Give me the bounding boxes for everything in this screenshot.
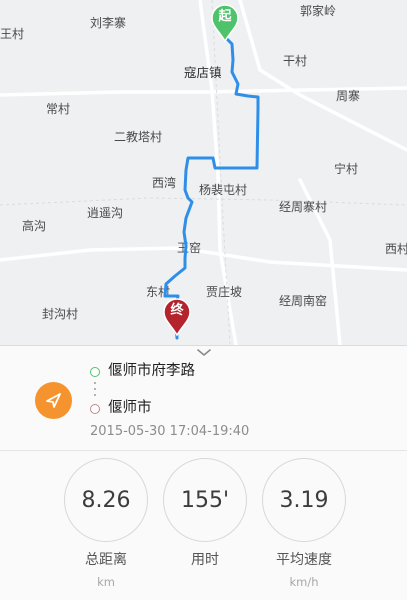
chevron-down-icon[interactable] xyxy=(196,348,212,358)
navigate-button[interactable] xyxy=(35,382,72,419)
end-address: 偃师市 xyxy=(108,400,152,416)
route-connector-dot xyxy=(94,388,96,390)
route-connector-dot xyxy=(94,394,96,396)
end-marker-pin[interactable]: 终 xyxy=(162,298,192,336)
stat-average-speed: 3.19 平均速度 km/h xyxy=(262,458,346,598)
stat-unit: km xyxy=(97,575,115,589)
route-connector-dot xyxy=(94,382,96,384)
start-marker-label: 起 xyxy=(218,9,232,24)
app: 郭家岭 刘李寨 王村 寇店镇 干村 常村 周寨 二教塔村 宁村 西湾 杨裴屯村 … xyxy=(0,0,407,600)
start-point-dot xyxy=(90,367,100,377)
end-point-dot xyxy=(90,404,100,414)
stat-value: 3.19 xyxy=(279,488,329,513)
navigation-arrow-icon xyxy=(46,393,61,408)
route-track xyxy=(163,36,260,340)
trip-time-range: 2015-05-30 17:04-19:40 xyxy=(90,424,250,439)
stat-label: 总距离 xyxy=(85,552,127,568)
start-address: 偃师市府李路 xyxy=(108,363,195,379)
end-marker-label: 终 xyxy=(170,303,184,318)
divider xyxy=(0,450,407,451)
start-marker-pin[interactable]: 起 xyxy=(210,4,240,42)
stat-unit: km/h xyxy=(289,575,319,589)
stat-label: 平均速度 xyxy=(276,552,332,568)
stat-label: 用时 xyxy=(191,552,219,568)
stat-value: 8.26 xyxy=(81,488,131,513)
route-map[interactable]: 郭家岭 刘李寨 王村 寇店镇 干村 常村 周寨 二教塔村 宁村 西湾 杨裴屯村 … xyxy=(0,0,407,345)
stat-value: 155' xyxy=(180,488,230,513)
stat-duration: 155' 用时 xyxy=(163,458,247,598)
trip-summary-panel: 偃师市府李路 偃师市 2015-05-30 17:04-19:40 8.26 总… xyxy=(0,345,407,600)
stat-total-distance: 8.26 总距离 km xyxy=(64,458,148,598)
